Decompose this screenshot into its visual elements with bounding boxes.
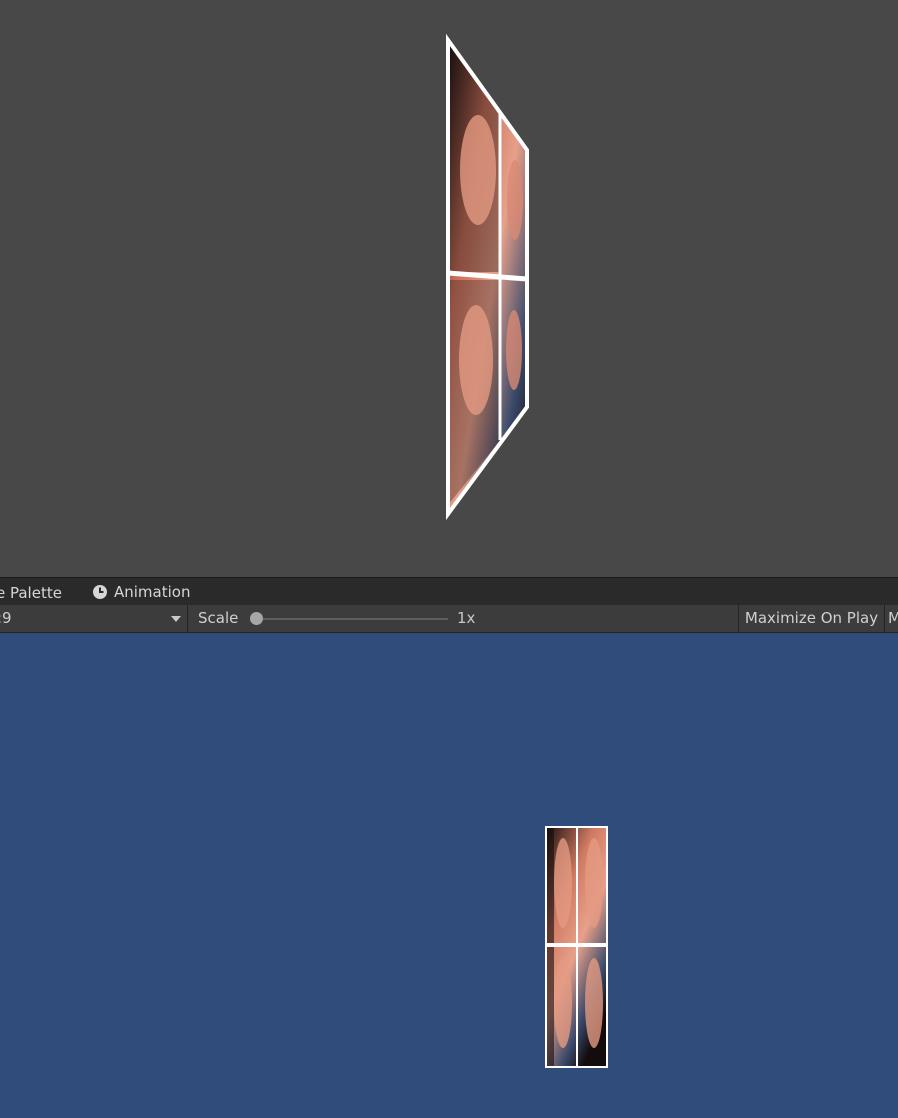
scene-sprite-quad[interactable] — [446, 33, 529, 521]
chevron-down-icon — [171, 616, 181, 622]
aspect-ratio-value: :9 — [0, 609, 12, 627]
mute-audio-label: M — [888, 609, 898, 627]
tab-tile-palette-label: e Palette — [0, 584, 62, 602]
maximize-on-play-button[interactable]: Maximize On Play — [738, 605, 885, 632]
game-view[interactable] — [0, 633, 898, 1118]
scale-slider-track[interactable] — [256, 618, 448, 620]
scale-label: Scale — [198, 609, 239, 627]
game-sprite-grid[interactable] — [545, 826, 608, 1068]
tab-animation[interactable]: Animation — [92, 578, 190, 606]
scale-slider-handle[interactable] — [250, 612, 263, 625]
mute-audio-button[interactable]: M — [888, 605, 898, 632]
scene-canvas — [446, 33, 529, 521]
scene-view[interactable] — [0, 0, 898, 577]
aspect-ratio-dropdown[interactable]: :9 — [0, 605, 188, 632]
game-canvas — [545, 826, 608, 1068]
tab-animation-label: Animation — [114, 583, 191, 601]
game-view-toolbar: :9 Scale 1x Maximize On Play M — [0, 605, 898, 633]
tab-tile-palette[interactable]: e Palette — [0, 578, 62, 606]
maximize-on-play-label: Maximize On Play — [744, 609, 879, 627]
clock-icon — [93, 585, 107, 599]
tab-strip: e Palette Animation — [0, 577, 898, 605]
scale-value: 1x — [457, 609, 476, 627]
